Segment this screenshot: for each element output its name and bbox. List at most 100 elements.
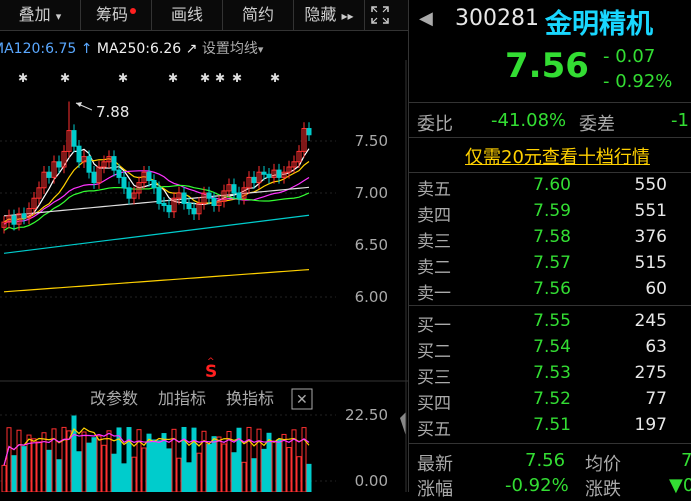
ask-level-3[interactable]: 卖三 7.58 376 <box>409 227 691 253</box>
candle-body <box>11 215 17 225</box>
price-grid <box>0 140 336 298</box>
hide-button[interactable]: 隐藏 ▸▸ <box>294 0 365 30</box>
kline-chart[interactable]: ✱ ✱ ✱ ✱ ✱ ✱ ✱ ✱ 7.88 S ^ 7.507.006.506.00 改参数 加… <box>0 60 408 492</box>
expand-icon[interactable] <box>365 0 395 30</box>
level-label: 卖四 <box>417 206 451 226</box>
close-icon[interactable]: ✕ <box>296 392 308 408</box>
volume-bar <box>296 456 302 492</box>
volume-bar <box>21 446 27 492</box>
event-marker: ✱ <box>60 71 70 85</box>
drop-label: 涨跌 <box>585 479 621 500</box>
level-volume: 63 <box>645 337 667 357</box>
candle-body <box>161 202 167 206</box>
candle-body <box>191 208 197 215</box>
ma-legend: MA120:6.75 ↑ MA250:6.26 ↗ 设置均线▾ <box>0 38 263 60</box>
quote-panel: ◀ 300281 金明精机 7.56 - 0.07 - 0.92% 委比 -41… <box>408 0 691 500</box>
notification-dot-icon <box>130 8 136 14</box>
volume-bar <box>126 427 132 492</box>
candle-body <box>46 171 52 178</box>
volume-bar <box>176 457 182 492</box>
volume-bar <box>31 438 37 492</box>
volume-bar <box>46 449 52 492</box>
stock-code: 300281 <box>455 6 539 31</box>
add-indicator-button[interactable]: 加指标 <box>158 389 206 408</box>
volume-bar <box>196 452 202 492</box>
volume-bar <box>251 458 257 492</box>
switch-indicator-button[interactable]: 换指标 <box>226 389 274 408</box>
candle-body <box>181 192 187 204</box>
weibi-label: 委比 <box>417 114 453 135</box>
volume-bar <box>236 427 242 492</box>
volume-tick-label: 0.00 <box>355 472 388 490</box>
set-ma-label: 设置均线 <box>201 41 258 57</box>
level-label: 卖五 <box>417 180 451 200</box>
candle-body <box>76 145 82 163</box>
level-volume: 275 <box>634 363 667 383</box>
high-annotation-label: 7.88 <box>96 103 129 121</box>
volume-bar <box>161 433 167 492</box>
latest-value: 7.56 <box>525 450 566 471</box>
volume-bar <box>306 463 312 492</box>
price-change-pct: - 0.92% <box>603 71 673 92</box>
volume-bar <box>256 428 262 492</box>
candle-body <box>91 171 97 184</box>
bid-level-5[interactable]: 买五 7.51 197 <box>409 415 691 441</box>
level-label: 买五 <box>417 420 451 440</box>
bid-level-4[interactable]: 买四 7.52 77 <box>409 389 691 415</box>
volume-bar <box>216 436 222 492</box>
level-volume: 515 <box>634 253 667 273</box>
level-volume: 550 <box>634 175 667 195</box>
brief-button[interactable]: 简约 <box>223 0 294 30</box>
volume-bar <box>151 439 157 492</box>
overlay-button[interactable]: 叠加 ▾ <box>0 0 81 30</box>
set-ma-button[interactable]: 设置均线▾ <box>202 41 264 57</box>
event-marker: ✱ <box>18 71 28 85</box>
volume-bar <box>186 462 192 492</box>
volume-bar <box>61 426 67 492</box>
level-price: 7.55 <box>533 311 571 331</box>
ask-level-1[interactable]: 卖五 7.60 550 <box>409 175 691 201</box>
latest-label: 最新 <box>417 454 453 475</box>
weicha-value: -1 <box>671 110 689 131</box>
volume-bar <box>246 426 252 492</box>
volume-bar <box>111 453 117 492</box>
bid-level-2[interactable]: 买二 7.54 63 <box>409 337 691 363</box>
edit-params-button[interactable]: 改参数 <box>90 389 138 408</box>
back-arrow-icon[interactable]: ◀ <box>419 8 433 29</box>
drawline-button[interactable]: 画线 <box>152 0 223 30</box>
volume-bar <box>36 441 42 492</box>
volume-series <box>1 415 312 492</box>
candle-body <box>86 156 92 173</box>
event-marker: ✱ <box>200 71 210 85</box>
ask-level-4[interactable]: 卖二 7.57 515 <box>409 253 691 279</box>
level-price: 7.56 <box>533 279 571 299</box>
avg-label: 均价 <box>585 454 621 475</box>
level-label: 买一 <box>417 316 451 336</box>
ma250-line <box>3 268 310 293</box>
chips-button[interactable]: 筹码 <box>81 0 152 30</box>
arrow-up-icon: ↑ <box>80 41 93 57</box>
level2-promo-link[interactable]: 仅需20元查看十档行情 <box>465 143 650 169</box>
candle-body <box>261 171 267 175</box>
candle-body <box>126 187 132 199</box>
volume-bar <box>106 430 112 492</box>
chg-label: 涨幅 <box>417 479 453 500</box>
panel-collapse-handle[interactable] <box>400 412 406 436</box>
volume-bar <box>86 442 92 492</box>
candle-body <box>211 197 217 206</box>
volume-bar <box>6 427 12 492</box>
volume-bar <box>121 463 127 492</box>
level-label: 买四 <box>417 394 451 414</box>
ask-level-2[interactable]: 卖四 7.59 551 <box>409 201 691 227</box>
price-axis: 7.50 7.00 6.50 6.00 <box>355 132 388 306</box>
price-tick-label: 6.50 <box>355 236 388 254</box>
volume-bar <box>181 426 187 492</box>
weibi-value: -41.08% <box>491 110 567 131</box>
ask-level-5[interactable]: 卖一 7.56 60 <box>409 279 691 305</box>
volume-axis: 22.50 0.00 <box>345 406 388 490</box>
bid-level-3[interactable]: 买三 7.53 275 <box>409 363 691 389</box>
level-volume: 60 <box>645 279 667 299</box>
volume-bar <box>96 435 102 492</box>
bid-level-1[interactable]: 买一 7.55 245 <box>409 311 691 337</box>
level-label: 买三 <box>417 368 451 388</box>
